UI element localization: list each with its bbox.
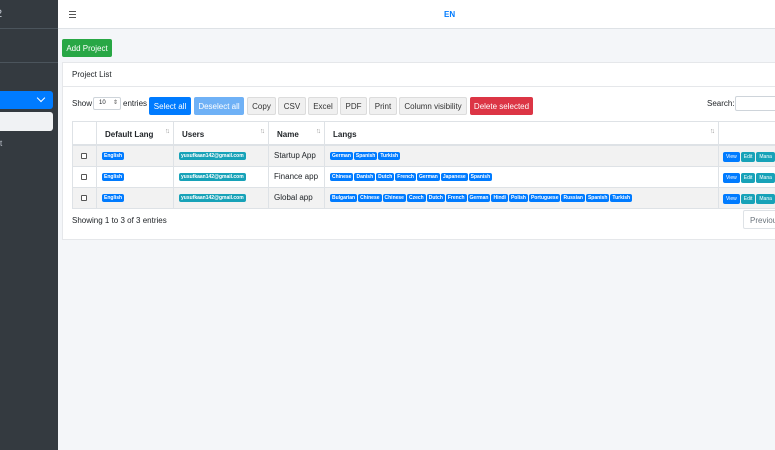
lang-badge: Portuguese (528, 194, 561, 202)
projects-table: Default Lang ↑↓ Users ↑↓ Name ↑↓ Langs ↑… (72, 121, 775, 209)
col-default-lang-label: Default Lang (105, 130, 154, 139)
view-button[interactable]: View (723, 194, 740, 204)
select-column-header (73, 122, 97, 146)
print-button[interactable]: Print (369, 97, 397, 115)
row-checkbox[interactable] (81, 195, 87, 201)
lang-badge: Czech (406, 194, 426, 202)
view-button[interactable]: View (723, 173, 740, 183)
lang-badge: Turkish (610, 194, 633, 202)
edit-button[interactable]: Edit (740, 194, 756, 204)
lang-badge: Japanese (440, 173, 468, 181)
sidebar-subitem-project-list[interactable] (0, 112, 53, 131)
lang-badge: Spanish (468, 173, 493, 181)
sort-icon: ↑↓ (260, 128, 265, 135)
lang-badge: Bulgarian (330, 194, 358, 202)
project-name: Finance app (274, 172, 319, 181)
search-input[interactable] (735, 96, 775, 111)
sidebar-subitem-text[interactable]: t (0, 139, 2, 148)
sort-icon: ↑↓ (165, 128, 170, 135)
project-name: Global app (274, 193, 313, 202)
sort-icon: ↑↓ (316, 128, 321, 135)
row-checkbox[interactable] (81, 174, 87, 180)
lang-badge: Dutch (376, 173, 395, 181)
search-label: Search: (707, 99, 735, 108)
default-lang-badge: English (102, 152, 125, 160)
default-lang-badge: English (102, 173, 125, 181)
lang-badge: Danish (354, 173, 376, 181)
deselect-all-button[interactable]: Deselect all (194, 97, 244, 115)
lang-badge: German (416, 173, 440, 181)
col-default-lang[interactable]: Default Lang ↑↓ (97, 122, 174, 146)
language-switcher[interactable]: EN (444, 10, 455, 19)
col-users-label: Users (182, 130, 205, 139)
sort-icon: ↑↓ (710, 128, 715, 135)
hamburger-menu-icon[interactable] (69, 11, 76, 20)
chevron-down-icon (36, 93, 46, 103)
lang-badge: Spanish (585, 194, 610, 202)
entries-label: entries (123, 99, 148, 108)
table-info: Showing 1 to 3 of 3 entries (72, 216, 167, 225)
lang-badge: French (395, 173, 416, 181)
col-langs[interactable]: Langs ↑↓ (325, 122, 719, 146)
table-row[interactable]: English yusufkaan142@gmail.com Finance a… (73, 167, 775, 188)
previous-page-button[interactable]: Previous (743, 210, 775, 229)
page-length-select[interactable]: 10 (93, 97, 121, 110)
lang-badge: Dutch (426, 194, 445, 202)
user-badge: yusufkaan142@gmail.com (179, 194, 246, 202)
table-row[interactable]: English yusufkaan142@gmail.com Global ap… (73, 188, 775, 209)
col-langs-label: Langs (333, 130, 357, 139)
view-button[interactable]: View (723, 152, 740, 162)
lang-badge: Chinese (358, 194, 382, 202)
lang-badge: Chinese (330, 173, 354, 181)
user-badge: yusufkaan142@gmail.com (179, 152, 246, 160)
manage-button[interactable]: Mana (756, 152, 775, 162)
lang-badge: Spanish (353, 152, 378, 160)
lang-badge: French (445, 194, 467, 202)
delete-selected-button[interactable]: Delete selected (470, 97, 533, 115)
lang-badge: German (467, 194, 491, 202)
lang-badge: Turkish (378, 152, 401, 160)
row-checkbox[interactable] (81, 153, 87, 159)
lang-badge: Russian (561, 194, 585, 202)
user-badge: yusufkaan142@gmail.com (179, 173, 246, 181)
brand-text: 2 (0, 8, 2, 20)
csv-button[interactable]: CSV (278, 97, 306, 115)
pdf-button[interactable]: PDF (340, 97, 367, 115)
sidebar-item-projects[interactable] (0, 91, 53, 109)
project-list-card: Project List Show 10 entries Select all … (62, 62, 775, 240)
column-visibility-button[interactable]: Column visibility (399, 97, 467, 115)
show-label: Show (72, 99, 93, 108)
manage-button[interactable]: Mana (756, 194, 775, 204)
manage-button[interactable]: Mana (756, 173, 775, 183)
lang-badge: Chinese (382, 194, 406, 202)
col-name-label: Name (277, 130, 299, 139)
add-project-button[interactable]: Add Project (62, 39, 112, 57)
lang-badge: Hindi (491, 194, 508, 202)
sidebar: 2 t (0, 0, 58, 450)
col-actions (719, 122, 775, 146)
select-all-button[interactable]: Select all (149, 97, 191, 115)
sidebar-user-panel[interactable] (0, 29, 58, 63)
sidebar-brand[interactable]: 2 (0, 0, 58, 29)
project-name: Startup App (274, 151, 316, 160)
table-header: Default Lang ↑↓ Users ↑↓ Name ↑↓ Langs ↑… (73, 122, 775, 146)
default-lang-badge: English (102, 194, 125, 202)
table-row[interactable]: English yusufkaan142@gmail.com Startup A… (73, 146, 775, 167)
copy-button[interactable]: Copy (247, 97, 276, 115)
edit-button[interactable]: Edit (740, 152, 756, 162)
excel-button[interactable]: Excel (308, 97, 338, 115)
col-users[interactable]: Users ↑↓ (174, 122, 269, 146)
card-title: Project List (63, 63, 775, 87)
top-navbar: EN (58, 0, 775, 29)
lang-badge: German (330, 152, 353, 160)
page-length-value: 10 (99, 100, 106, 106)
col-name[interactable]: Name ↑↓ (269, 122, 325, 146)
edit-button[interactable]: Edit (740, 173, 756, 183)
lang-badge: Polish (508, 194, 528, 202)
